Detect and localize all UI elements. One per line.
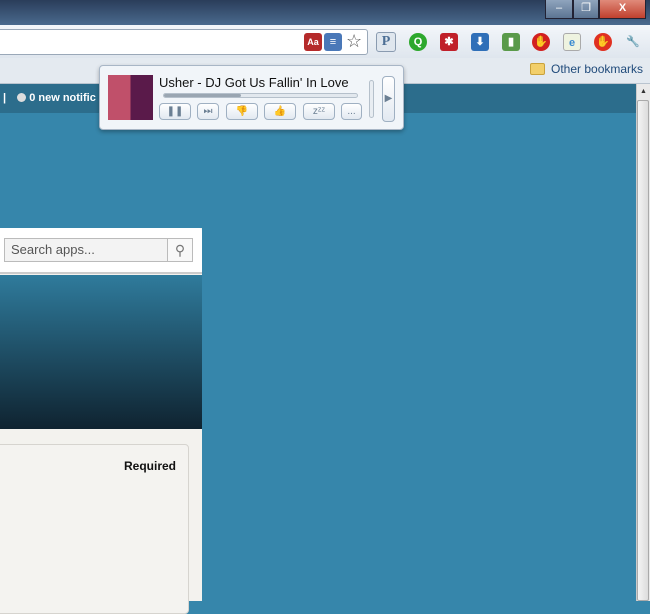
- search-icon: ⚲: [174, 242, 186, 258]
- scroll-up-icon[interactable]: ▲: [640, 88, 647, 95]
- close-button[interactable]: X: [599, 0, 646, 19]
- track-title: Usher - DJ Got Us Fallin' In Love: [159, 75, 349, 90]
- adblock-icon[interactable]: ✋: [594, 33, 612, 51]
- device-icon[interactable]: ▮: [502, 33, 520, 51]
- download-icon[interactable]: ⬇: [471, 33, 489, 51]
- wrench-icon[interactable]: 🔧: [624, 33, 642, 51]
- translate-icon[interactable]: ≡: [324, 33, 342, 51]
- pandora-icon[interactable]: P: [376, 32, 396, 52]
- stop-icon[interactable]: ✋: [532, 33, 550, 51]
- notification-icon: [17, 93, 27, 102]
- thumbs-down-button[interactable]: 👎: [226, 103, 258, 120]
- other-bookmarks[interactable]: Other bookmarks: [551, 62, 643, 76]
- volume-slider[interactable]: [369, 80, 374, 118]
- dictionary-icon[interactable]: Aa: [304, 33, 322, 51]
- pandora-player-popup: Usher - DJ Got Us Fallin' In Love ❚❚ ⏭ 👎…: [99, 65, 404, 130]
- progress-fill: [164, 94, 242, 97]
- progress-bar[interactable]: [163, 93, 358, 98]
- required-label: Required: [124, 459, 177, 473]
- search-apps-input[interactable]: Search apps...: [4, 238, 168, 262]
- asterisk-icon[interactable]: ✱: [440, 33, 458, 51]
- expand-arrow-icon[interactable]: ▶: [382, 76, 395, 122]
- restore-button[interactable]: ❐: [573, 0, 599, 19]
- skip-button[interactable]: ⏭: [197, 103, 219, 120]
- album-art: [108, 75, 153, 120]
- thumbs-up-button[interactable]: 👍: [264, 103, 296, 120]
- search-button[interactable]: ⚲: [167, 238, 193, 262]
- more-button[interactable]: ...: [341, 103, 362, 120]
- scrollbar-thumb[interactable]: [637, 100, 649, 601]
- separator: |: [3, 92, 7, 104]
- banner: [0, 275, 202, 429]
- notifications-link[interactable]: 0 new notific: [29, 92, 96, 104]
- bookmark-star-icon[interactable]: ☆: [346, 31, 362, 52]
- minimize-button[interactable]: –: [545, 0, 573, 19]
- q-extension-icon[interactable]: Q: [409, 33, 427, 51]
- folder-icon: [530, 63, 545, 75]
- ie-tab-icon[interactable]: e: [563, 33, 581, 51]
- pause-button[interactable]: ❚❚: [159, 103, 191, 120]
- sleep-button[interactable]: zᶻᶻ: [303, 103, 335, 120]
